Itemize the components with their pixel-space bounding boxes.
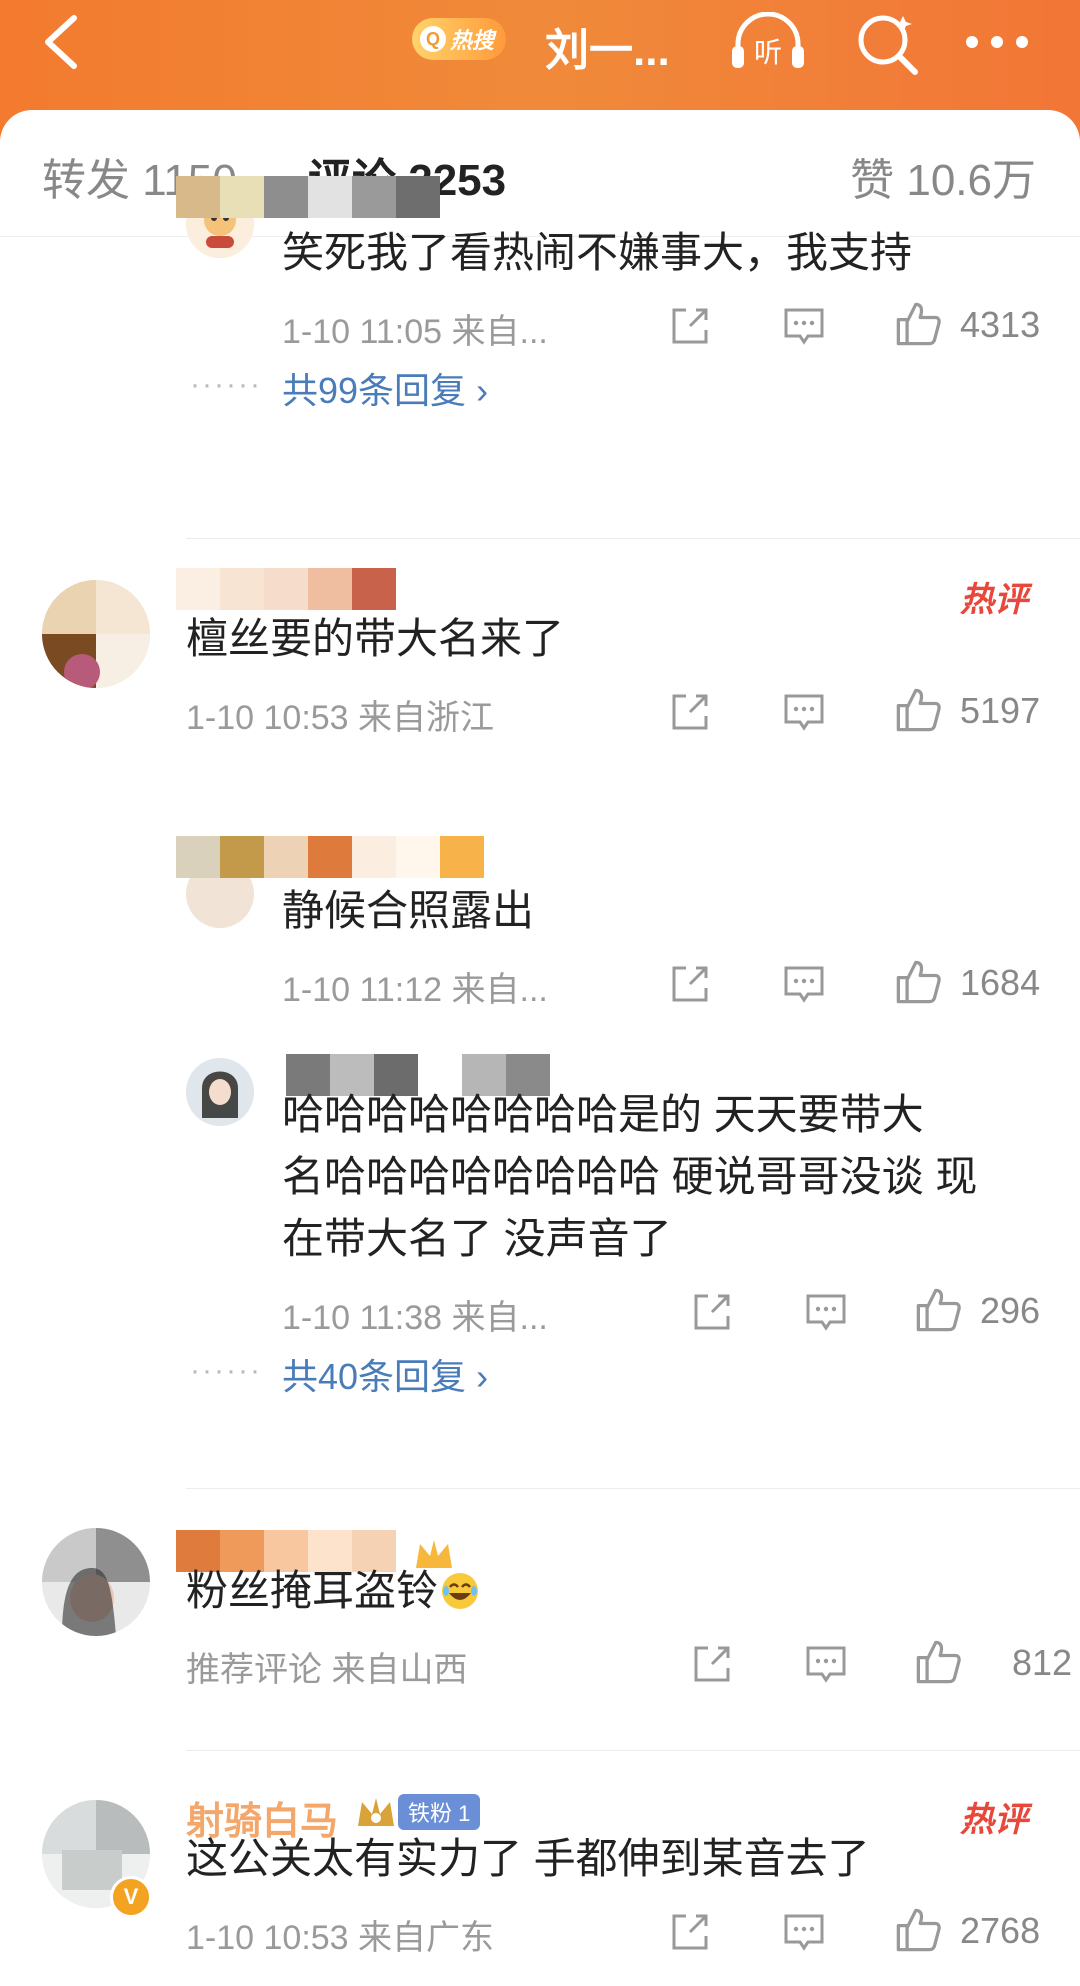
like-icon[interactable] — [894, 686, 942, 734]
like-count: 1684 — [960, 962, 1041, 1003]
reply-count-label: 共40条回复 — [282, 1356, 467, 1397]
like-icon[interactable] — [894, 1906, 942, 1954]
like-count: 4313 — [960, 304, 1041, 345]
comment-text-body: 粉丝掩耳盗铃 — [186, 1567, 439, 1614]
like-icon[interactable] — [894, 300, 942, 348]
comment-icon[interactable] — [782, 304, 826, 348]
like-icon[interactable] — [894, 958, 942, 1006]
tab-like[interactable]: 赞 10.6万 — [850, 144, 1036, 208]
comment-text: 粉丝掩耳盗铃 — [186, 1560, 480, 1622]
like-count: 2768 — [960, 1910, 1041, 1951]
hot-search-badge[interactable]: Q 热搜 — [412, 18, 507, 60]
divider — [186, 1488, 1080, 1489]
chevron-right-icon: › — [476, 1356, 489, 1397]
view-replies-link[interactable]: 共99条回复 › — [282, 362, 488, 414]
chevron-right-icon: › — [476, 370, 489, 411]
share-icon[interactable] — [668, 304, 712, 348]
blurred-username — [176, 176, 440, 218]
comment-text-line: 在带大名了 没声音了 — [282, 1215, 672, 1262]
avatar-photo-icon — [186, 1058, 254, 1126]
more-icon[interactable] — [962, 32, 1032, 52]
comment-icon[interactable] — [804, 1290, 848, 1334]
divider — [186, 538, 1080, 539]
comment-icon[interactable] — [782, 1910, 826, 1954]
topic-title[interactable]: 刘一... — [545, 14, 670, 78]
reply-dots: ······ — [190, 368, 262, 401]
avatar-photo-icon — [42, 580, 150, 688]
comment-text: 檀丝要的带大名来了 — [186, 615, 565, 662]
comment-text-line: 哈哈哈哈哈哈哈哈是的 天天要带大 — [282, 1091, 924, 1138]
share-icon[interactable] — [668, 962, 712, 1006]
back-arrow-icon[interactable] — [36, 12, 86, 72]
avatar[interactable] — [42, 1528, 150, 1636]
reply-count-label: 共99条回复 — [282, 370, 467, 411]
hot-comment-tag: 热评 — [960, 581, 1028, 619]
avatar-photo-icon — [42, 1528, 150, 1636]
share-icon[interactable] — [668, 690, 712, 734]
comment-sheet: 转发 1150 评论 2253 赞 10.6万 笑死我了看热闹不嫌事大，我支持 … — [0, 110, 1080, 1986]
comment-icon[interactable] — [782, 962, 826, 1006]
like-count: 296 — [980, 1290, 1041, 1331]
search-mini-icon: Q — [420, 26, 446, 52]
blurred-username — [176, 836, 484, 878]
comment-meta: 1-10 11:05 来自... — [282, 313, 548, 351]
view-replies-link[interactable]: 共40条回复 › — [282, 1348, 488, 1400]
reply-dots: ······ — [190, 1354, 262, 1387]
comment-icon[interactable] — [804, 1642, 848, 1686]
comment-meta: 1-10 10:53 来自广东 — [186, 1919, 495, 1957]
comment-text: 静候合照露出 — [282, 887, 535, 934]
comment-text-line: 名哈哈哈哈哈哈哈哈 硬说哥哥没谈 现 — [282, 1153, 978, 1200]
like-icon[interactable] — [914, 1638, 962, 1686]
like-icon[interactable] — [914, 1286, 962, 1334]
comment-text: 这公关太有实力了 手都伸到某音去了 — [186, 1835, 870, 1882]
blurred-username — [176, 568, 396, 610]
avatar[interactable] — [186, 1058, 254, 1126]
like-count: 5197 — [960, 690, 1041, 731]
comment-meta: 1-10 11:38 来自... — [282, 1299, 548, 1337]
listen-label: 听 — [754, 36, 782, 69]
tab-bar: 转发 1150 评论 2253 赞 10.6万 — [0, 110, 1080, 237]
search-icon[interactable] — [855, 10, 921, 76]
share-icon[interactable] — [668, 1910, 712, 1954]
headphones-icon[interactable]: 听 — [728, 12, 808, 74]
comment-meta: 推荐评论 来自山西 — [186, 1651, 468, 1689]
hot-search-label: 热搜 — [450, 28, 495, 53]
fan-badge: 铁粉 1 — [398, 1794, 481, 1830]
comment-icon[interactable] — [782, 690, 826, 734]
comment-meta: 1-10 10:53 来自浙江 — [186, 699, 495, 737]
crown-icon — [358, 1798, 394, 1826]
comment-text: 笑死我了看热闹不嫌事大，我支持 — [282, 229, 913, 276]
share-icon[interactable] — [690, 1642, 734, 1686]
laughing-emoji-icon — [442, 1573, 479, 1609]
share-icon[interactable] — [690, 1290, 734, 1334]
avatar[interactable] — [42, 580, 150, 688]
divider — [186, 1750, 1080, 1751]
hot-comment-tag: 热评 — [960, 1801, 1028, 1839]
comment-meta: 1-10 11:12 来自... — [282, 971, 548, 1009]
verified-v-badge: V — [110, 1876, 152, 1918]
like-count: 812 — [1012, 1642, 1073, 1683]
